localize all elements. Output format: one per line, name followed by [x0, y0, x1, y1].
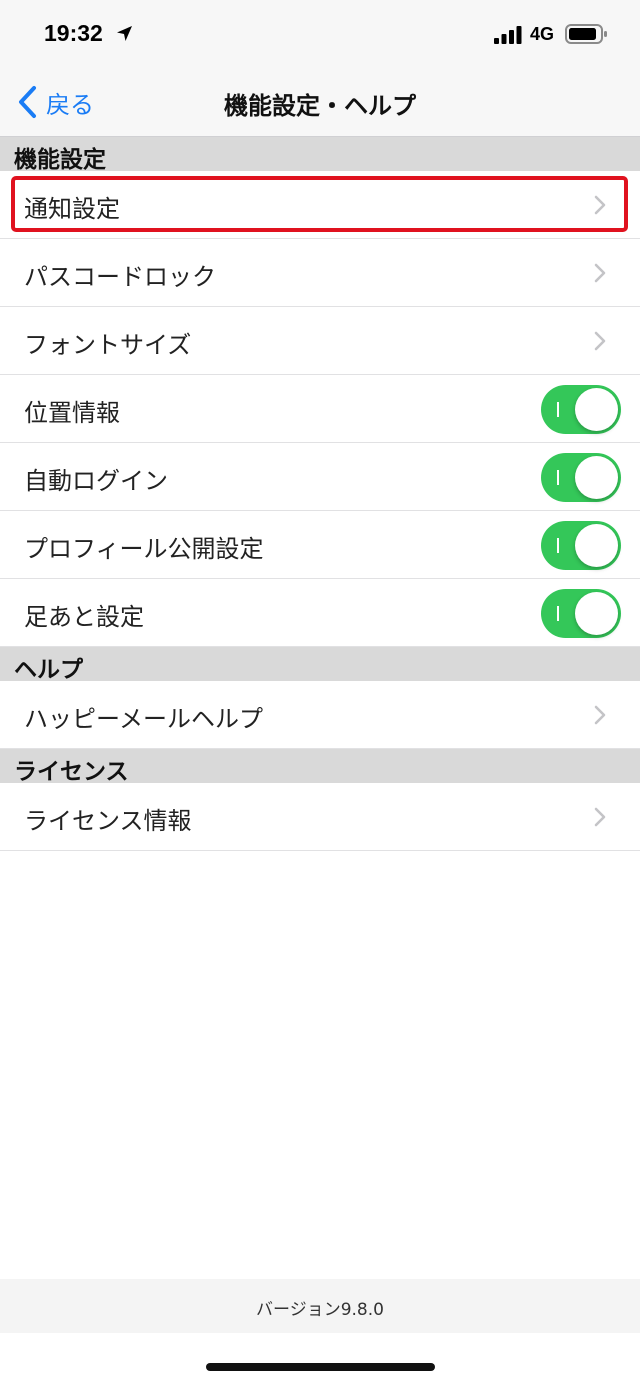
- row-label: 足あと設定: [24, 603, 144, 631]
- toggle-knob: [575, 524, 618, 567]
- row-label: 位置情報: [24, 399, 120, 427]
- toggle-knob: [575, 456, 618, 499]
- row-label: ライセンス情報: [24, 807, 192, 835]
- location-arrow-icon: [117, 26, 132, 41]
- row-label: フォントサイズ: [24, 331, 192, 359]
- settings-row-notification[interactable]: 通知設定: [0, 171, 640, 239]
- chevron-right-icon: [594, 263, 606, 283]
- page-title: 機能設定・ヘルプ: [224, 92, 416, 120]
- row-label: プロフィール公開設定: [24, 535, 264, 563]
- auto-login-toggle[interactable]: [541, 453, 621, 502]
- version-footer: バージョン9.8.0: [0, 1279, 640, 1333]
- footprints-toggle[interactable]: [541, 589, 621, 638]
- row-label: パスコードロック: [24, 263, 216, 291]
- location-toggle[interactable]: [541, 385, 621, 434]
- toggle-on-mark: [557, 538, 559, 553]
- profile-public-toggle[interactable]: [541, 521, 621, 570]
- section-header-label: 機能設定: [14, 147, 106, 173]
- network-type: 4G: [530, 24, 555, 44]
- toggle-knob: [575, 388, 618, 431]
- settings-row-help[interactable]: ハッピーメールヘルプ: [0, 681, 640, 749]
- settings-row-auto-login: 自動ログイン: [0, 443, 640, 511]
- toggle-on-mark: [557, 470, 559, 485]
- cellular-signal-icon: [494, 26, 522, 44]
- settings-row-location: 位置情報: [0, 375, 640, 443]
- navigation-bar: 戻る 機能設定・ヘルプ: [0, 68, 640, 137]
- row-label: 自動ログイン: [24, 467, 168, 495]
- settings-row-footprints: 足あと設定: [0, 579, 640, 647]
- section-header-features: 機能設定: [0, 137, 640, 173]
- settings-row-license-info[interactable]: ライセンス情報: [0, 783, 640, 851]
- chevron-right-icon: [594, 705, 606, 725]
- section-header-label: ライセンス: [14, 759, 129, 785]
- row-label: ハッピーメールヘルプ: [24, 705, 264, 733]
- home-indicator[interactable]: [206, 1363, 435, 1371]
- settings-row-passcode-lock[interactable]: パスコードロック: [0, 239, 640, 307]
- status-time: 19:32: [44, 20, 103, 46]
- status-bar: 19:32 4G: [0, 0, 640, 68]
- chevron-right-icon: [594, 331, 606, 351]
- section-header-help: ヘルプ: [0, 647, 640, 683]
- toggle-on-mark: [557, 606, 559, 621]
- battery-icon: [565, 24, 607, 44]
- toggle-knob: [575, 592, 618, 635]
- chevron-right-icon: [594, 195, 606, 215]
- settings-row-font-size[interactable]: フォントサイズ: [0, 307, 640, 375]
- settings-row-profile-public: プロフィール公開設定: [0, 511, 640, 579]
- section-header-license: ライセンス: [0, 749, 640, 785]
- section-header-label: ヘルプ: [14, 657, 83, 683]
- chevron-right-icon: [594, 807, 606, 827]
- version-label: バージョン9.8.0: [256, 1300, 384, 1320]
- toggle-on-mark: [557, 402, 559, 417]
- row-label: 通知設定: [24, 195, 120, 223]
